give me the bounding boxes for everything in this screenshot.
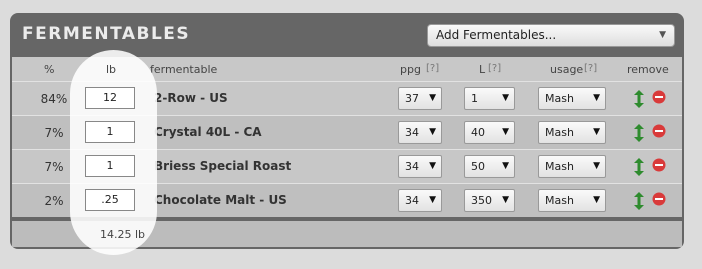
ppg-value: 34 <box>405 126 419 139</box>
up-down-arrow-icon[interactable] <box>632 158 646 176</box>
l-value: 1 <box>471 92 478 105</box>
ppg-select[interactable]: 34 ▼ <box>398 189 442 212</box>
usage-select[interactable]: Mash ▼ <box>538 121 606 144</box>
header-usage: usage <box>550 63 584 76</box>
triangle-down-icon: ▼ <box>593 195 600 205</box>
lb-column-highlight <box>70 50 157 255</box>
lovibond-select[interactable]: 350 ▼ <box>464 189 515 212</box>
usage-select[interactable]: Mash ▼ <box>538 155 606 178</box>
usage-select[interactable]: Mash ▼ <box>538 189 606 212</box>
remove-minus-icon[interactable] <box>652 192 666 206</box>
triangle-down-icon: ▼ <box>502 195 509 205</box>
ppg-select[interactable]: 34 ▼ <box>398 155 442 178</box>
header-pct: % <box>44 63 55 76</box>
triangle-down-icon: ▼ <box>502 93 509 103</box>
l-value: 350 <box>471 194 492 207</box>
l-value: 40 <box>471 126 485 139</box>
up-down-arrow-icon[interactable] <box>632 192 646 210</box>
row-pct: 2% <box>44 194 64 208</box>
remove-minus-icon[interactable] <box>652 90 666 104</box>
triangle-down-icon: ▼ <box>429 161 436 171</box>
ppg-help-link[interactable]: [?] <box>426 63 439 74</box>
l-value: 50 <box>471 160 485 173</box>
ppg-value: 34 <box>405 194 419 207</box>
lovibond-select[interactable]: 40 ▼ <box>464 121 515 144</box>
usage-value: Mash <box>545 92 574 105</box>
add-select-value: Add Fermentables... <box>436 28 557 42</box>
lovibond-select[interactable]: 50 ▼ <box>464 155 515 178</box>
triangle-down-icon: ▼ <box>659 30 666 40</box>
triangle-down-icon: ▼ <box>593 161 600 171</box>
ppg-value: 37 <box>405 92 419 105</box>
row-pct: 7% <box>44 126 64 140</box>
triangle-down-icon: ▼ <box>593 93 600 103</box>
usage-select[interactable]: Mash ▼ <box>538 87 606 110</box>
lovibond-select[interactable]: 1 ▼ <box>464 87 515 110</box>
up-down-arrow-icon[interactable] <box>632 90 646 108</box>
row-fermentable-name: Chocolate Malt - US <box>154 193 287 207</box>
triangle-down-icon: ▼ <box>502 161 509 171</box>
row-pct: 84% <box>40 92 68 106</box>
up-down-arrow-icon[interactable] <box>632 124 646 142</box>
triangle-down-icon: ▼ <box>429 93 436 103</box>
usage-value: Mash <box>545 126 574 139</box>
l-help-link[interactable]: [?] <box>488 63 501 74</box>
usage-value: Mash <box>545 160 574 173</box>
header-l: L <box>479 63 486 76</box>
triangle-down-icon: ▼ <box>502 127 509 137</box>
usage-value: Mash <box>545 194 574 207</box>
ppg-select[interactable]: 34 ▼ <box>398 121 442 144</box>
header-fermentable: fermentable <box>150 63 218 76</box>
remove-minus-icon[interactable] <box>652 158 666 172</box>
header-remove: remove <box>627 63 669 76</box>
usage-help-link[interactable]: [?] <box>584 63 597 74</box>
row-fermentable-name: Briess Special Roast <box>154 159 292 173</box>
remove-minus-icon[interactable] <box>652 124 666 138</box>
row-fermentable-name: 2-Row - US <box>154 91 228 105</box>
triangle-down-icon: ▼ <box>429 195 436 205</box>
section-title: FERMENTABLES <box>22 24 191 44</box>
row-fermentable-name: Crystal 40L - CA <box>154 125 262 139</box>
header-ppg: ppg <box>400 63 421 76</box>
triangle-down-icon: ▼ <box>429 127 436 137</box>
add-fermentables-select[interactable]: Add Fermentables... ▼ <box>427 24 675 47</box>
ppg-select[interactable]: 37 ▼ <box>398 87 442 110</box>
ppg-value: 34 <box>405 160 419 173</box>
row-pct: 7% <box>44 160 64 174</box>
triangle-down-icon: ▼ <box>593 127 600 137</box>
